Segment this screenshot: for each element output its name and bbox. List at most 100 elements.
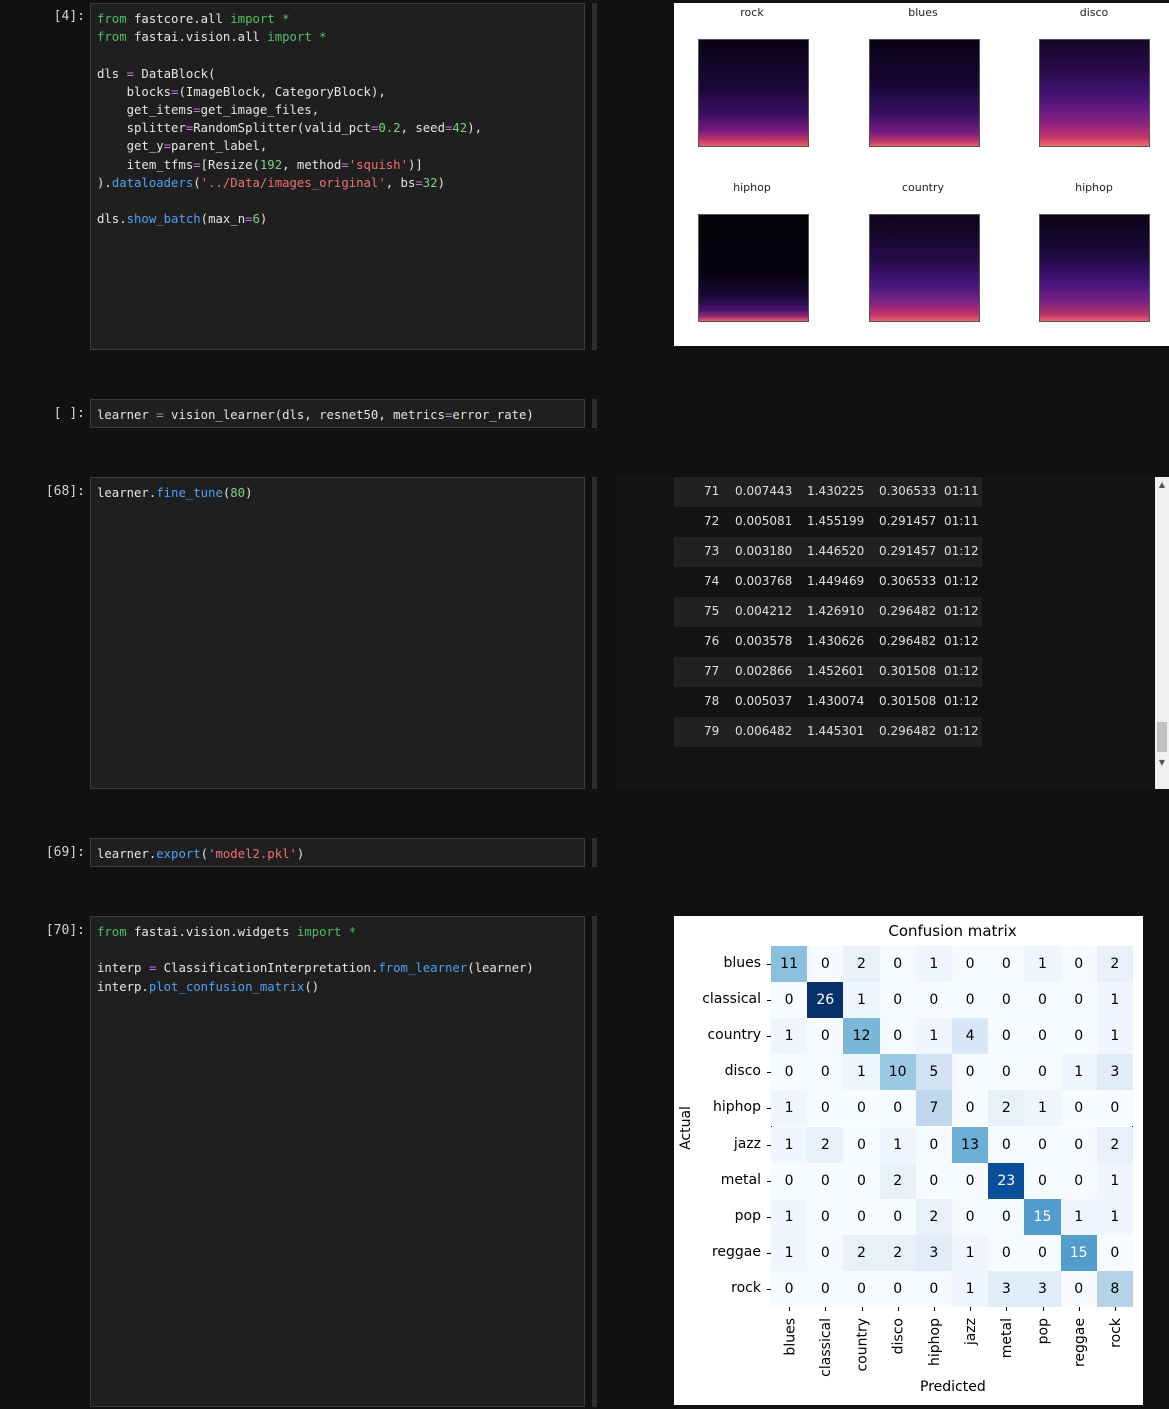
code-cell-learner[interactable]: learner = vision_learner(dls, resnet50, … <box>90 399 585 428</box>
code-token: from <box>97 925 127 939</box>
y-tick <box>767 1000 771 1002</box>
code-token: plot_confusion_matrix <box>148 979 305 994</box>
code-token: splitter <box>97 121 186 136</box>
matrix-cell: 1 <box>771 1090 808 1127</box>
matrix-cell: 2 <box>843 1234 880 1271</box>
y-tick-label: reggae <box>711 1243 761 1260</box>
matrix-cell: 0 <box>915 982 952 1019</box>
matrix-cell: 0 <box>807 1270 844 1307</box>
table-cell: 0.005081 <box>735 514 793 528</box>
table-cell: 0.003578 <box>735 634 793 648</box>
matrix-cell: 0 <box>1024 1162 1061 1199</box>
code-token: 42 <box>452 121 468 136</box>
matrix-cell: 0 <box>879 1198 916 1235</box>
table-cell: 1.426910 <box>807 604 865 618</box>
table-cell: 0.006482 <box>735 724 793 738</box>
spectrogram-image <box>698 39 809 147</box>
x-tick-text: disco <box>890 1318 907 1355</box>
matrix-cell: 1 <box>843 1054 880 1091</box>
code-line: blocks=(ImageBlock, CategoryBlock), <box>97 83 578 101</box>
matrix-cell: 1 <box>771 1018 808 1055</box>
x-tick-label: country <box>852 1318 872 1398</box>
matrix-cell: 0 <box>952 1198 989 1235</box>
training-output[interactable]: 71 0.007443 1.430225 0.306533 01:11 72 0.00508… <box>615 477 1169 789</box>
matrix-cell: 1 <box>1096 1198 1133 1235</box>
table-cell: 0.306533 <box>879 484 937 498</box>
matrix-cell: 1 <box>952 1270 989 1307</box>
table-cell: 1.449469 <box>807 574 865 588</box>
matrix-cell: 0 <box>771 1162 808 1199</box>
matrix-cell: 2 <box>843 946 880 983</box>
spectrogram-image <box>869 39 980 147</box>
matrix-cell: 2 <box>1096 946 1133 983</box>
matrix-cell: 2 <box>879 1162 916 1199</box>
code-cell-interpretation[interactable]: from fastai.vision.widgets import * inter… <box>90 916 585 1407</box>
scroll-up-arrow-icon[interactable]: ▲ <box>1155 478 1169 492</box>
x-tick-text: hiphop <box>926 1318 943 1366</box>
code-token: DataBlock( <box>134 66 216 81</box>
spectrogram-image <box>1039 214 1150 322</box>
matrix-cell: 0 <box>988 1234 1025 1271</box>
matrix-cell: 2 <box>807 1126 844 1163</box>
table-cell: 71 <box>704 484 720 498</box>
code-token: 192 <box>259 157 283 172</box>
matrix-cell: 1 <box>771 1198 808 1235</box>
code-token: ) <box>245 486 253 500</box>
table-cell: 0.291457 <box>879 544 937 558</box>
code-line: splitter=RandomSplitter(valid_pct=0.2, s… <box>97 119 578 137</box>
spectrogram-image <box>698 214 809 322</box>
table-cell: 01:12 <box>944 634 979 648</box>
matrix-cell: 1 <box>1024 946 1061 983</box>
code-token: blocks <box>97 84 172 99</box>
table-cell: 74 <box>704 574 720 588</box>
code-token: get_image_files, <box>200 102 320 117</box>
x-tick-label: reggae <box>1069 1318 1089 1398</box>
batch-label: rock <box>740 6 764 19</box>
x-tick-text: metal <box>999 1318 1016 1359</box>
matrix-cell: 1 <box>1096 1018 1133 1055</box>
table-cell: 0.291457 <box>879 514 937 528</box>
code-line: dls.show_batch(max_n=6) <box>97 210 578 228</box>
y-tick <box>767 1036 771 1038</box>
code-token: error_rate) <box>452 408 534 422</box>
scroll-down-arrow-icon[interactable]: ▼ <box>1155 756 1169 770</box>
spectrogram-image <box>1039 39 1150 147</box>
table-cell: 0.301508 <box>879 694 937 708</box>
table-cell: 73 <box>704 544 720 558</box>
matrix-cell: 0 <box>771 1054 808 1091</box>
code-line: interp = ClassificationInterpretation.fr… <box>97 959 578 977</box>
matrix-cell: 15 <box>1024 1198 1061 1235</box>
code-token: '../Data/images_original' <box>200 175 386 190</box>
y-tick <box>767 1072 771 1074</box>
cell-divider <box>592 916 597 1407</box>
code-line: from fastai.vision.widgets import * <box>97 923 578 941</box>
table-cell: 0.296482 <box>879 634 937 648</box>
matrix-cell: 0 <box>771 982 808 1019</box>
table-cell: 01:12 <box>944 724 979 738</box>
matrix-cell: 0 <box>879 1270 916 1307</box>
matrix-cell: 0 <box>1060 946 1097 983</box>
x-tick <box>933 1307 935 1311</box>
table-row: 71 0.007443 1.430225 0.306533 01:11 <box>674 477 982 507</box>
code-token: import <box>230 12 275 26</box>
code-cell-fine-tune[interactable]: learner.fine_tune(80) <box>90 477 585 789</box>
matrix-cell: 4 <box>952 1018 989 1055</box>
code-token: learner. <box>97 486 157 500</box>
matrix-cell: 0 <box>807 1234 844 1271</box>
code-token: ), <box>467 121 483 136</box>
batch-label: blues <box>908 6 938 19</box>
matrix-cell: 0 <box>807 1198 844 1235</box>
code-token: = <box>193 157 201 172</box>
code-line: learner.export('model2.pkl') <box>97 845 578 863</box>
table-cell: 0.005037 <box>735 694 793 708</box>
table-row: 74 0.003768 1.449469 0.306533 01:12 <box>674 567 982 597</box>
code-cell-datablock[interactable]: from fastcore.all import * from fastai.vi… <box>90 3 585 350</box>
matrix-cell: 0 <box>952 982 989 1019</box>
matrix-cell: 0 <box>771 1270 808 1307</box>
matrix-cell: 1 <box>1024 1090 1061 1127</box>
scrollbar-thumb[interactable] <box>1157 722 1167 752</box>
code-cell-export[interactable]: learner.export('model2.pkl') <box>90 838 585 867</box>
code-token: fastai.vision.widgets <box>126 925 297 939</box>
x-tick-text: country <box>854 1318 871 1372</box>
